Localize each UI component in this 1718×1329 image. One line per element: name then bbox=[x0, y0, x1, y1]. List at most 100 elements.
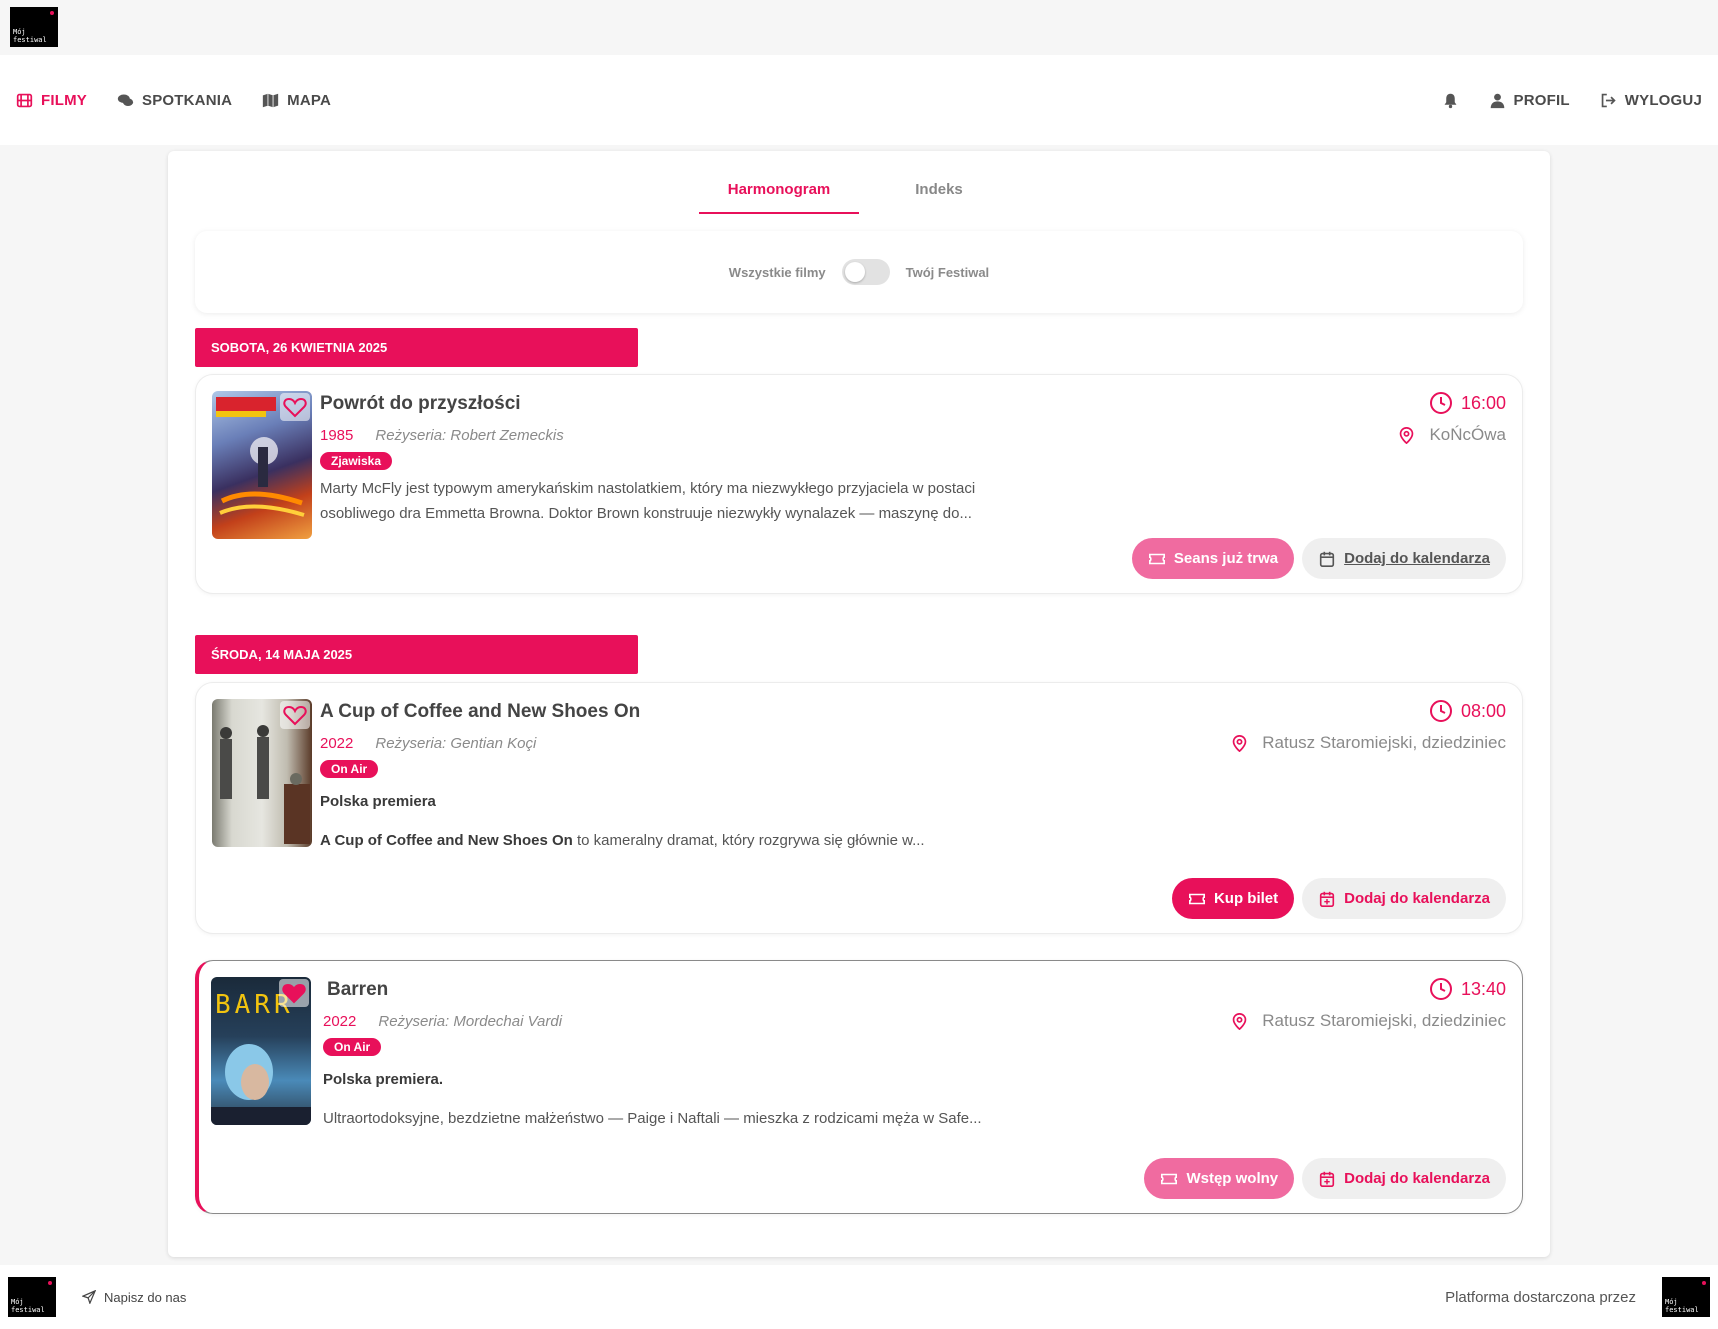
contact-label: Napisz do nas bbox=[104, 1289, 187, 1305]
screening-time: 08:00 bbox=[1429, 699, 1506, 723]
film-card: Powrót do przyszłości 1985 Reżyseria: Ro… bbox=[195, 374, 1523, 594]
my-festival-toggle[interactable] bbox=[841, 259, 890, 285]
screening-time: 13:40 bbox=[1429, 977, 1506, 1001]
nav-profil-label: PROFIL bbox=[1513, 91, 1570, 109]
film-description: Marty McFly jest typowym amerykańskim na… bbox=[320, 480, 976, 522]
button-label: Seans już trwa bbox=[1173, 550, 1279, 567]
time-text: 13:40 bbox=[1460, 978, 1506, 999]
film-poster[interactable]: BARR bbox=[211, 977, 311, 1125]
film-director: Reżyseria: Robert Zemeckis bbox=[375, 427, 564, 444]
favorite-button[interactable] bbox=[280, 701, 310, 729]
add-to-calendar-button[interactable]: Dodaj do kalendarza bbox=[1302, 878, 1506, 919]
button-label: Dodaj do kalendarza bbox=[1344, 1170, 1490, 1187]
screening-place: Ratusz Staromiejski, dziedziniec bbox=[1231, 1011, 1506, 1031]
film-meta: 1985 Reżyseria: Robert Zemeckis bbox=[320, 427, 564, 444]
footer-left: Mój festiwal Napisz do nas bbox=[8, 1277, 186, 1317]
nav-filmy-label: FILMY bbox=[41, 91, 87, 109]
contact-link[interactable]: Napisz do nas bbox=[82, 1290, 186, 1305]
buy-ticket-button[interactable]: Kup bilet bbox=[1171, 878, 1295, 919]
film-description: Ultraortodoksyjne, bezdzietne małżeństwo… bbox=[323, 1110, 982, 1127]
footer-logo[interactable]: Mój festiwal bbox=[8, 1277, 56, 1317]
add-to-calendar-button[interactable]: Dodaj do kalendarza bbox=[1302, 538, 1506, 579]
clock-icon bbox=[1429, 978, 1452, 1000]
film-icon bbox=[16, 93, 33, 107]
top-strip: Mój festiwal bbox=[0, 0, 1718, 55]
logo-text: Mój festiwal bbox=[13, 28, 47, 44]
film-title[interactable]: A Cup of Coffee and New Shoes On bbox=[320, 701, 640, 723]
free-entry-button[interactable]: Wstęp wolny bbox=[1144, 1158, 1295, 1199]
film-meta: 2022 Reżyseria: Gentian Koçi bbox=[320, 735, 536, 752]
screening-ongoing-button[interactable]: Seans już trwa bbox=[1131, 538, 1295, 579]
button-label: Kup bilet bbox=[1213, 890, 1279, 907]
add-to-calendar-button[interactable]: Dodaj do kalendarza bbox=[1302, 1158, 1506, 1199]
time-text: 08:00 bbox=[1460, 700, 1506, 721]
date-header: ŚRODA, 14 MAJA 2025 bbox=[195, 635, 638, 674]
ticket-icon bbox=[1148, 553, 1165, 564]
film-director: Reżyseria: Mordechai Vardi bbox=[378, 1013, 563, 1030]
nav-left: FILMY SPOTKANIA MAPA bbox=[16, 92, 331, 109]
filter-my-label: Twój Festiwal bbox=[905, 264, 990, 280]
film-year: 2022 bbox=[320, 735, 354, 752]
favorite-button[interactable] bbox=[280, 393, 310, 421]
logout-icon bbox=[1601, 93, 1616, 107]
nav-spotkania[interactable]: SPOTKANIA bbox=[117, 92, 232, 109]
screening-place: Ratusz Staromiejski, dziedziniec bbox=[1231, 733, 1506, 753]
nav-mapa[interactable]: MAPA bbox=[262, 92, 331, 109]
festival-logo[interactable]: Mój festiwal bbox=[10, 7, 58, 47]
section-badge: On Air bbox=[323, 1038, 382, 1056]
nav-wyloguj[interactable]: WYLOGUJ bbox=[1600, 92, 1702, 109]
location-pin-icon bbox=[1232, 734, 1247, 752]
logo-dot bbox=[50, 11, 54, 15]
button-label: Dodaj do kalendarza bbox=[1344, 550, 1490, 567]
section-badge: Zjawiska bbox=[320, 452, 393, 470]
film-year: 2022 bbox=[323, 1013, 357, 1030]
button-label: Wstęp wolny bbox=[1186, 1170, 1279, 1187]
place-text: KoŃcÓwa bbox=[1429, 425, 1506, 444]
calendar-plus-icon bbox=[1320, 1171, 1335, 1187]
schedule-panel: Harmonogram Indeks Wszystkie filmy Twój … bbox=[168, 151, 1550, 1257]
nav-wyloguj-label: WYLOGUJ bbox=[1624, 91, 1702, 109]
film-poster[interactable] bbox=[212, 391, 312, 539]
nav-right: PROFIL WYLOGUJ bbox=[1442, 92, 1702, 109]
nav-spotkania-label: SPOTKANIA bbox=[142, 91, 233, 109]
film-subtitle: Polska premiera bbox=[320, 793, 436, 810]
view-tabs: Harmonogram Indeks bbox=[168, 173, 1550, 214]
film-description: A Cup of Coffee and New Shoes On to kame… bbox=[320, 828, 1040, 853]
filter-all-label: Wszystkie filmy bbox=[728, 264, 826, 280]
provided-by-text: Platforma dostarczona przez bbox=[1445, 1288, 1636, 1306]
description-text: to kameralny dramat, który rozgrywa się … bbox=[572, 832, 925, 849]
screening-place: KoŃcÓwa bbox=[1398, 425, 1506, 445]
provider-logo[interactable]: Mój festiwal bbox=[1662, 1277, 1710, 1317]
film-poster[interactable] bbox=[212, 699, 312, 847]
description-bold-title: A Cup of Coffee and New Shoes On bbox=[320, 832, 573, 849]
heart-outline-icon bbox=[283, 705, 307, 726]
main-nav: FILMY SPOTKANIA MAPA PROFIL WYLOGUJ bbox=[0, 55, 1718, 145]
location-pin-icon bbox=[1232, 1012, 1247, 1030]
place-text: Ratusz Staromiejski, dziedziniec bbox=[1262, 1011, 1506, 1030]
notifications-button[interactable] bbox=[1442, 92, 1459, 109]
favorite-button[interactable] bbox=[279, 979, 309, 1007]
nav-profil[interactable]: PROFIL bbox=[1489, 92, 1570, 109]
place-text: Ratusz Staromiejski, dziedziniec bbox=[1262, 733, 1506, 752]
nav-mapa-label: MAPA bbox=[287, 91, 331, 109]
film-subtitle: Polska premiera. bbox=[323, 1071, 444, 1088]
time-text: 16:00 bbox=[1460, 392, 1506, 413]
comments-icon bbox=[117, 94, 134, 106]
tab-harmonogram[interactable]: Harmonogram bbox=[699, 173, 859, 214]
tab-indeks[interactable]: Indeks bbox=[859, 173, 1019, 214]
user-icon bbox=[1490, 93, 1504, 108]
clock-icon bbox=[1429, 700, 1452, 722]
bell-icon bbox=[1444, 93, 1456, 108]
film-year: 1985 bbox=[320, 427, 354, 444]
card-actions: Kup bilet Dodaj do kalendarza bbox=[1171, 878, 1506, 919]
film-card: A Cup of Coffee and New Shoes On 2022 Re… bbox=[195, 682, 1523, 934]
footer-right: Platforma dostarczona przez Mój festiwal bbox=[1445, 1277, 1710, 1317]
film-card: BARR Barren 2022 Reżyseria: Mordechai Va… bbox=[195, 960, 1523, 1214]
film-title[interactable]: Barren bbox=[327, 979, 388, 1001]
film-title[interactable]: Powrót do przyszłości bbox=[320, 393, 521, 415]
calendar-icon bbox=[1320, 551, 1335, 567]
film-director: Reżyseria: Gentian Koçi bbox=[375, 735, 537, 752]
logo-text: Mój festiwal bbox=[11, 1298, 45, 1314]
footer: Mój festiwal Napisz do nas Platforma dos… bbox=[0, 1265, 1718, 1329]
nav-filmy[interactable]: FILMY bbox=[16, 92, 87, 109]
